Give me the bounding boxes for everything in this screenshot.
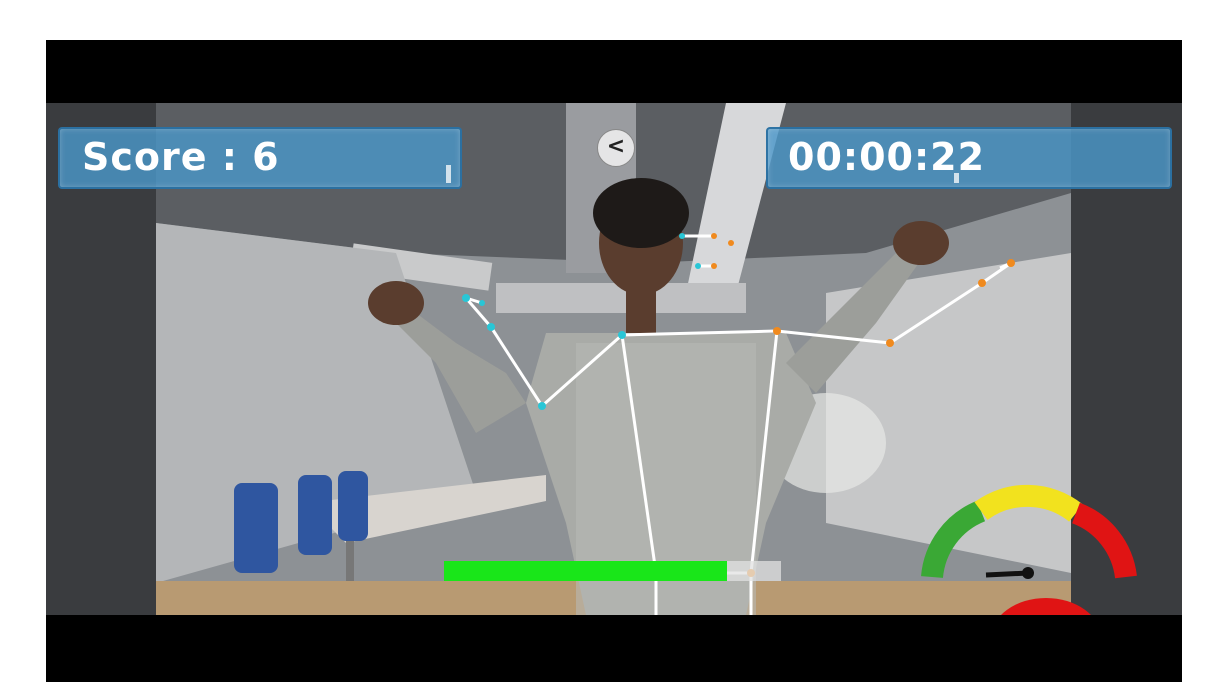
timer-panel: 00:00:22 — [766, 127, 1172, 189]
progress-fill — [444, 561, 728, 581]
score-panel-tick — [446, 165, 451, 183]
score-panel: Score : 6 — [58, 127, 462, 189]
progress-bar — [444, 561, 781, 581]
timer-panel-tick — [954, 173, 959, 183]
score-label: Score : 6 — [82, 135, 280, 179]
gauge-needle — [985, 570, 1029, 578]
chevron-left-icon: < — [606, 134, 626, 159]
game-screen: Score : 6 < 00:00:22 — [46, 40, 1182, 682]
back-button[interactable]: < — [597, 129, 635, 167]
